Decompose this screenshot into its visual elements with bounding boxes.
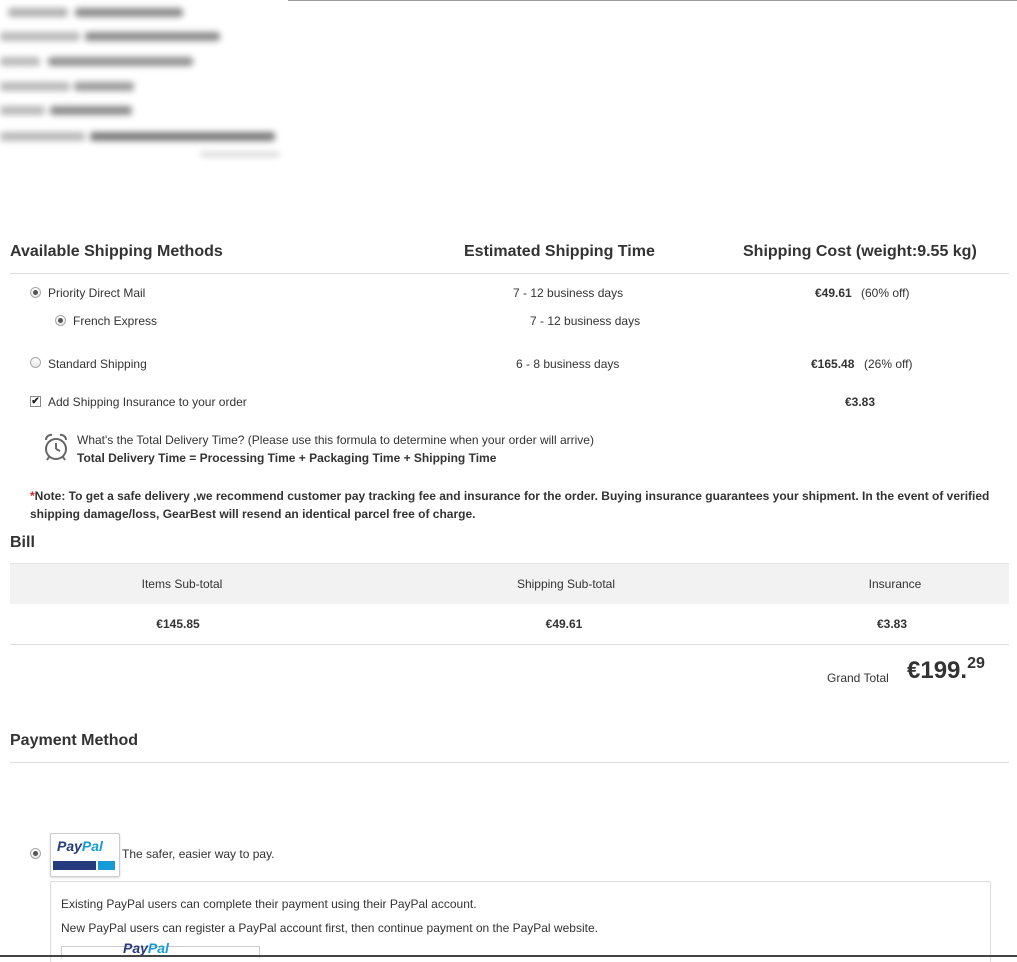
shipping-option-label[interactable]: French Express xyxy=(73,314,157,328)
shipping-option-label[interactable]: Priority Direct Mail xyxy=(48,286,145,300)
paypal-logo-text: PayPal xyxy=(57,838,103,854)
priority-direct-mail-radio[interactable] xyxy=(30,287,41,298)
grand-total-amount: €199.29 xyxy=(907,655,985,685)
paypal-tagline: The safer, easier way to pay. xyxy=(122,847,275,861)
shipping-option-discount: (26% off) xyxy=(864,357,913,371)
bill-heading: Bill xyxy=(10,534,35,551)
shipping-option-time: 7 - 12 business days xyxy=(513,286,624,300)
standard-shipping-radio[interactable] xyxy=(30,357,41,368)
payment-divider xyxy=(10,762,1009,763)
shipping-option-price: €49.61 xyxy=(815,286,852,300)
shipping-methods-heading: Available Shipping Methods xyxy=(10,243,223,260)
payment-method-heading: Payment Method xyxy=(10,732,139,749)
insurance-checkbox[interactable]: ✔ xyxy=(30,396,41,407)
paypal-radio[interactable] xyxy=(30,848,41,859)
shipping-option-label[interactable]: Standard Shipping xyxy=(48,357,147,371)
alarm-clock-icon xyxy=(45,433,67,461)
shipping-insurance-note: *Note: To get a safe delivery ,we recomm… xyxy=(30,487,1005,523)
delivery-time-formula: Total Delivery Time = Processing Time + … xyxy=(77,451,497,465)
blurred-address-block xyxy=(0,2,290,162)
insurance-label[interactable]: Add Shipping Insurance to your order xyxy=(48,395,247,409)
bill-column-items-subtotal: Items Sub-total xyxy=(141,577,223,591)
grand-total-main: €199. xyxy=(907,657,968,684)
insurance-price: €3.83 xyxy=(845,395,876,409)
shipping-option-time: 6 - 8 business days xyxy=(516,357,620,371)
paypal-logo-bar-dark xyxy=(53,861,96,870)
shipping-option-price: €165.48 xyxy=(811,357,855,371)
paypal-info-existing-users: Existing PayPal users can complete their… xyxy=(61,897,477,911)
shipping-header-divider xyxy=(10,273,1009,274)
bill-divider xyxy=(10,644,1009,645)
top-divider xyxy=(288,0,1017,1)
note-text: Note: To get a safe delivery ,we recomme… xyxy=(30,489,990,521)
shipping-cost-heading: Shipping Cost (weight:9.55 kg) xyxy=(743,243,977,260)
bill-value-insurance: €3.83 xyxy=(876,617,908,631)
grand-total-label: Grand Total xyxy=(827,671,889,685)
shipping-option-time: 7 - 12 business days xyxy=(530,314,641,328)
paypal-button-logo-text: PayPal xyxy=(123,940,169,956)
paypal-info-new-users: New PayPal users can register a PayPal a… xyxy=(61,921,598,935)
bill-value-items-subtotal: €145.85 xyxy=(156,617,200,631)
paypal-logo[interactable]: PayPal xyxy=(50,833,120,877)
shipping-time-heading: Estimated Shipping Time xyxy=(464,243,655,260)
bill-column-shipping-subtotal: Shipping Sub-total xyxy=(516,577,616,591)
bill-value-shipping-subtotal: €49.61 xyxy=(545,617,583,631)
grand-total-cents: 29 xyxy=(967,655,985,672)
shipping-option-discount: (60% off) xyxy=(861,286,910,300)
bill-column-insurance: Insurance xyxy=(868,577,922,591)
paypal-logo-bar-light xyxy=(98,861,115,870)
french-express-radio[interactable] xyxy=(55,315,66,326)
delivery-time-question: What's the Total Delivery Time? (Please … xyxy=(77,433,594,447)
